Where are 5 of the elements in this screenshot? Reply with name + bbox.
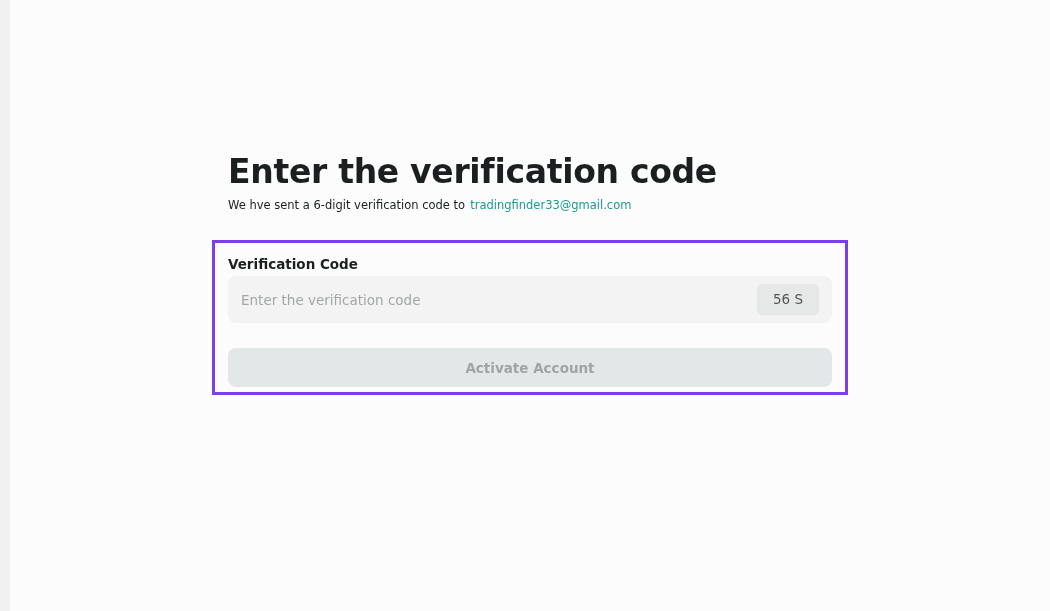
instruction-text: We hve sent a 6-digit verification code to (228, 198, 466, 212)
field-label: Verification Code (228, 255, 359, 273)
countdown-timer: 56 S (756, 284, 819, 315)
page-title: Enter the verification code (227, 151, 718, 193)
email-link[interactable]: tradingfinder33@gmail.com (470, 198, 632, 212)
